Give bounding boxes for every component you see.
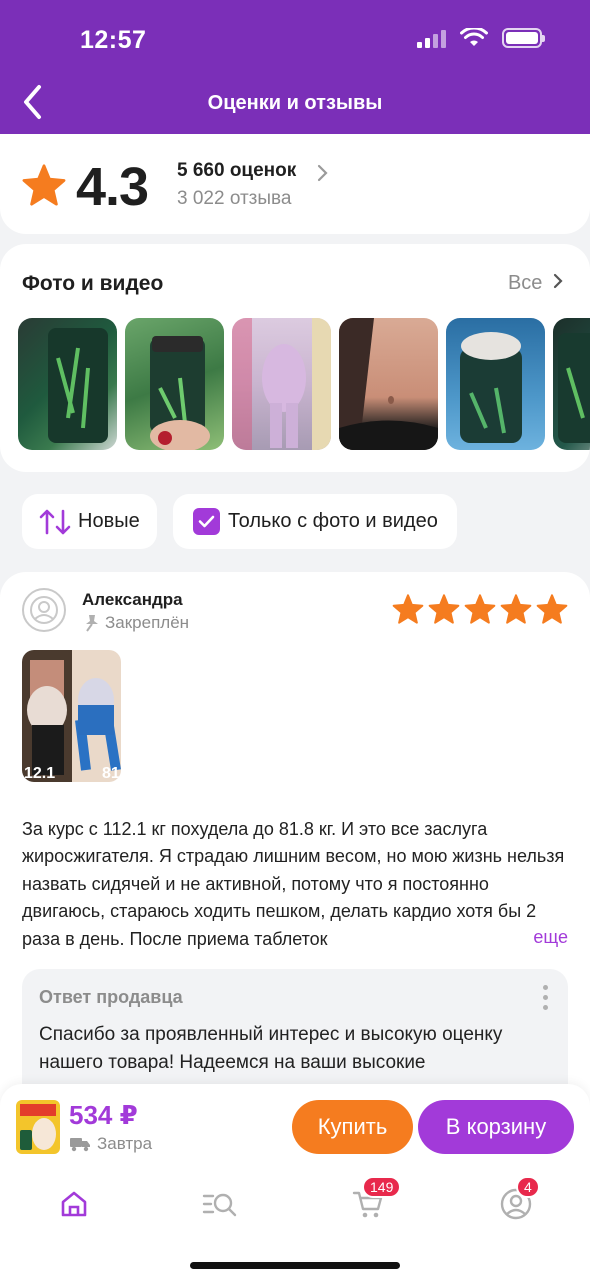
catalog-search-icon [202, 1193, 237, 1217]
pinned-text: Закреплён [105, 613, 190, 632]
add-to-cart-button[interactable]: В корзину [418, 1100, 574, 1154]
nav-catalog[interactable] [196, 1182, 244, 1226]
nav-profile[interactable]: 4 [492, 1176, 540, 1226]
status-icons [417, 28, 545, 48]
delivery-text: Завтра [97, 1134, 153, 1153]
media-thumbnail[interactable] [125, 318, 224, 450]
star-icon [22, 164, 66, 206]
sort-label: Новые [78, 510, 140, 532]
battery-icon [502, 28, 545, 48]
media-thumbnail[interactable] [553, 318, 590, 450]
sort-arrows-icon [39, 509, 71, 534]
checkbox-checked-icon [193, 508, 220, 535]
media-thumbnail[interactable] [446, 318, 545, 450]
cart-badge: 149 [362, 1176, 402, 1198]
truck-icon [70, 1138, 90, 1152]
more-options-icon[interactable] [543, 985, 548, 1010]
sort-filter-button[interactable]: Новые [22, 494, 157, 549]
review-photo[interactable]: 12.1 81 [22, 650, 121, 782]
chevron-right-icon[interactable] [316, 164, 328, 182]
star-icon [500, 594, 532, 624]
nav-home[interactable] [50, 1182, 98, 1226]
profile-badge: 4 [516, 1176, 540, 1198]
belly-image [339, 318, 438, 450]
open-jar-image [460, 332, 522, 443]
media-title: Фото и видео [22, 272, 164, 295]
pinned-label: Закреплён [84, 613, 189, 633]
photo-video-filter-label: Только с фото и видео [228, 510, 438, 532]
read-more-link[interactable]: еще [493, 924, 568, 951]
product-thumbnail[interactable] [16, 1100, 60, 1154]
pin-icon [86, 615, 98, 632]
photo-label-before: 12.1 [24, 765, 55, 782]
review-stars [392, 594, 568, 624]
page-title: Оценки и отзывы [207, 92, 383, 114]
product-image [16, 1100, 60, 1154]
review-card: Александра Закреплён 12.1 81 За курс с 1… [0, 572, 590, 1132]
review-author: Александра [82, 590, 183, 609]
price: 534 ₽ [69, 1100, 138, 1130]
user-avatar-icon [22, 588, 66, 632]
supplement-jar-image [558, 333, 590, 443]
rating-summary: 4.3 5 660 оценок 3 022 отзыва [0, 134, 590, 234]
buy-button[interactable]: Купить [292, 1100, 413, 1154]
person-mirror-image [232, 318, 331, 450]
ratings-count-link[interactable]: 5 660 оценок [177, 160, 296, 182]
bottom-navigation: 149 4 [0, 1176, 590, 1230]
seller-reply-text: Спасибо за проявленный интерес и высокую… [39, 1024, 503, 1073]
before-after-image: 12.1 81 [22, 650, 121, 782]
review-text: За курс с 112.1 кг похудела до 81.8 кг. … [22, 819, 565, 949]
see-all-label: Все [507, 272, 543, 294]
home-indicator [190, 1262, 400, 1269]
app-header: 12:57 Оценки и отзывы [0, 0, 590, 134]
media-thumbnail[interactable] [339, 318, 438, 450]
home-icon [61, 1191, 87, 1217]
star-icon [536, 594, 568, 624]
supplement-jar-image [48, 328, 108, 443]
rating-value: 4.3 [76, 157, 149, 217]
media-thumbnail[interactable] [232, 318, 331, 450]
jar-in-hand-image [150, 336, 210, 450]
photo-video-filter-checkbox[interactable]: Только с фото и видео [173, 494, 457, 549]
nav-cart[interactable]: 149 [344, 1176, 402, 1226]
media-gallery: Фото и видео Все [0, 244, 590, 472]
status-time: 12:57 [80, 26, 147, 54]
star-icon [392, 594, 424, 624]
see-all-media-link[interactable]: Все [508, 272, 564, 295]
photo-label-after: 81 [102, 765, 120, 782]
chevron-right-icon [553, 273, 563, 289]
delivery-info: Завтра [69, 1134, 152, 1154]
media-thumbnail[interactable] [18, 318, 117, 450]
star-icon [464, 594, 496, 624]
wifi-icon [460, 28, 488, 46]
cellular-signal-icon [417, 28, 446, 48]
seller-reply-title: Ответ продавца [39, 987, 183, 1007]
reviews-count: 3 022 отзыва [177, 188, 292, 209]
star-icon [428, 594, 460, 624]
